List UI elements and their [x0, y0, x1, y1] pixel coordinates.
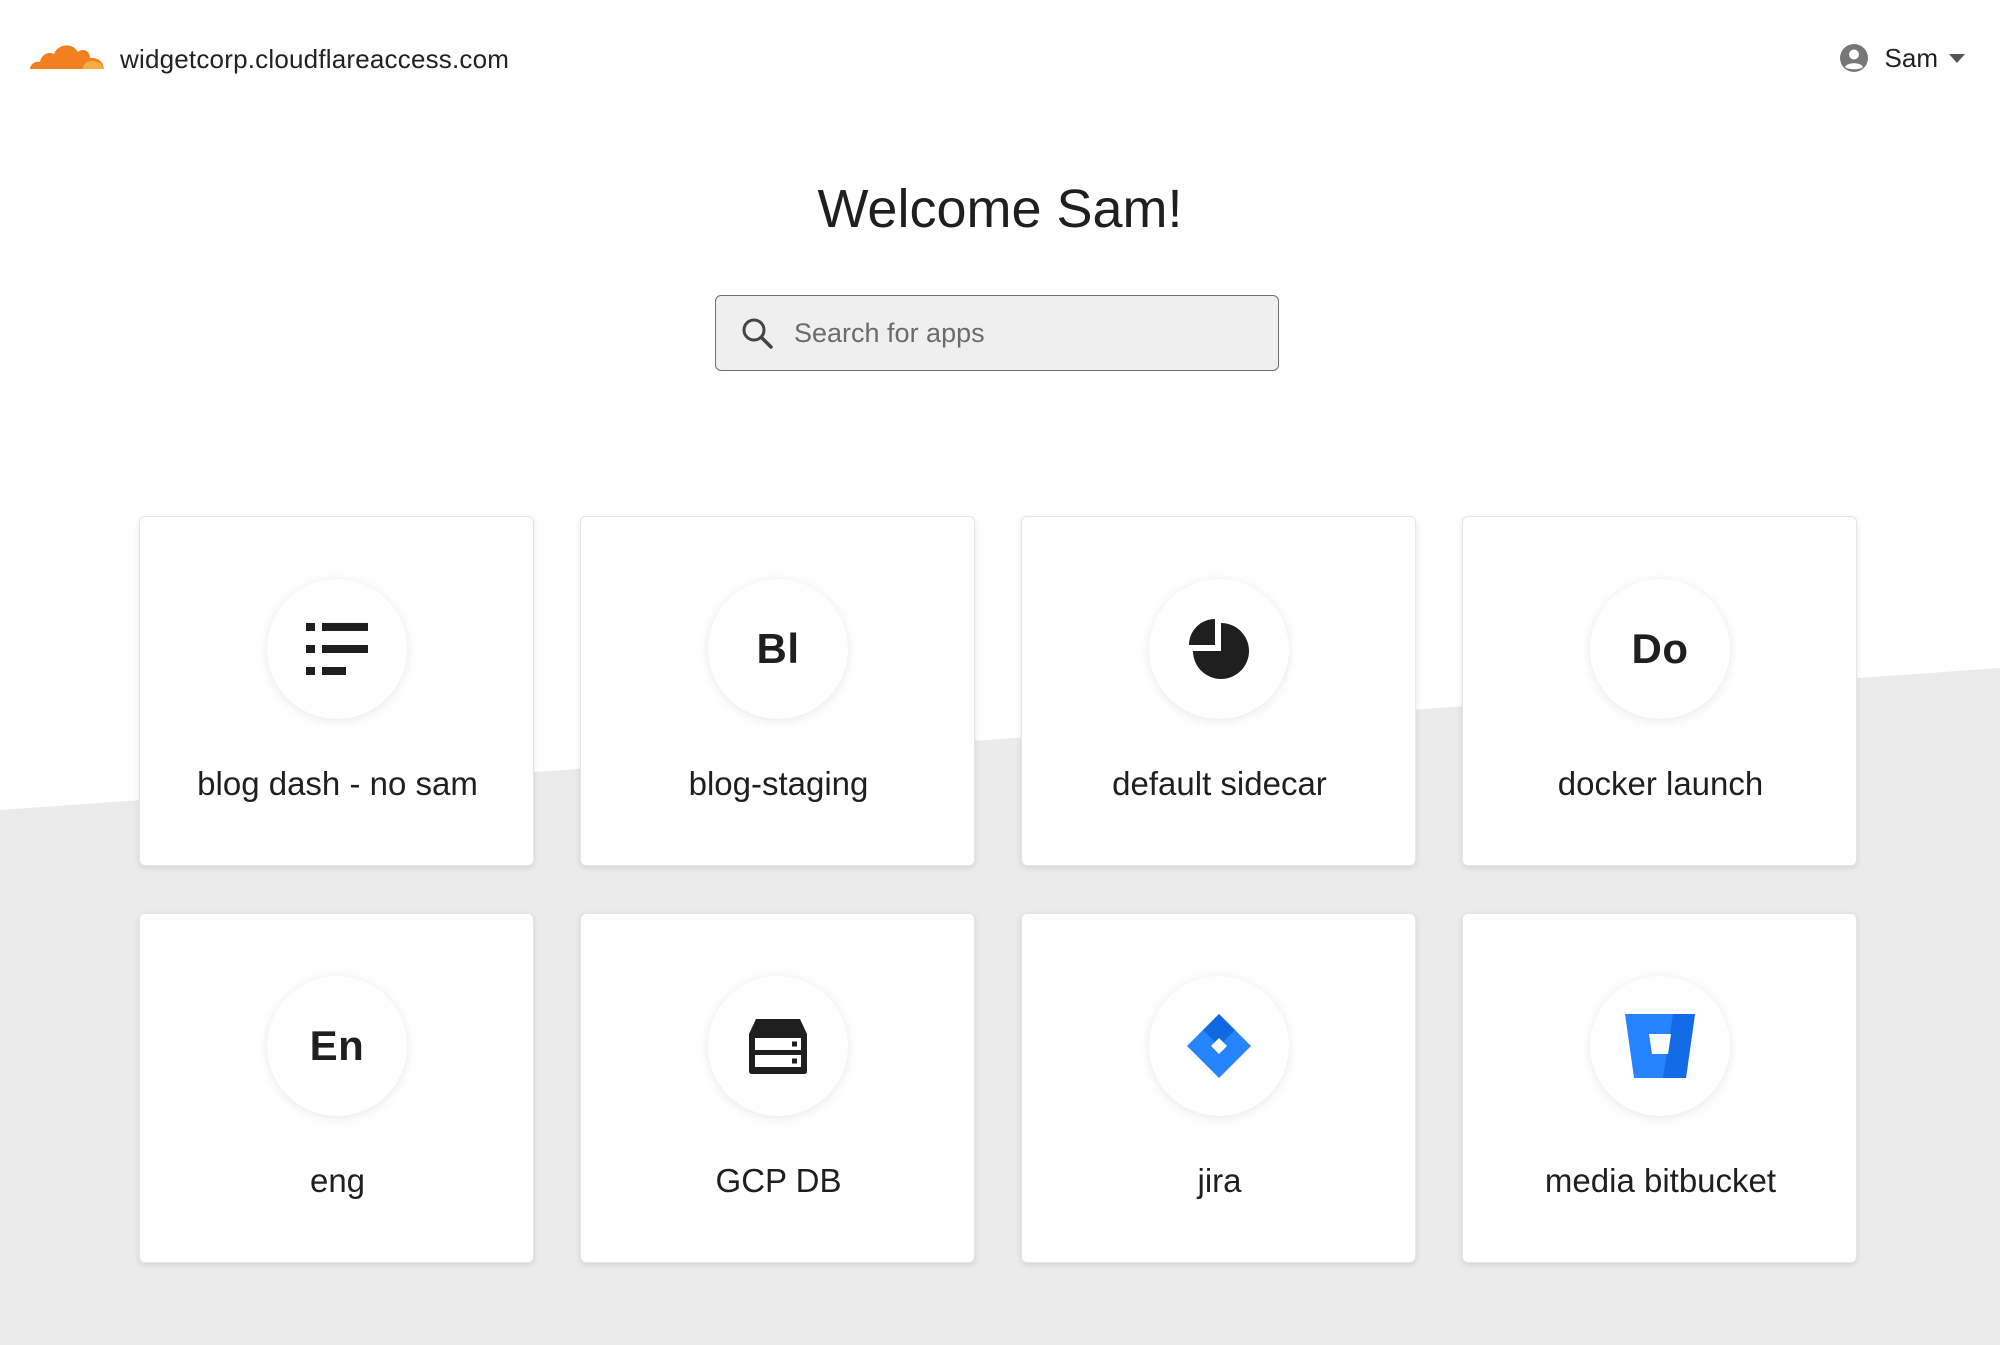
app-icon-circle: Bl — [708, 579, 848, 719]
app-card[interactable]: Bl blog-staging — [580, 516, 975, 866]
server-icon — [749, 1019, 807, 1074]
caret-down-icon — [1949, 54, 1965, 63]
app-name: GCP DB — [715, 1162, 842, 1199]
app-name: docker launch — [1557, 765, 1764, 802]
header: widgetcorp.cloudflareaccess.com Sam — [0, 0, 2000, 120]
app-card[interactable]: jira — [1021, 913, 1416, 1263]
app-card[interactable]: default sidecar — [1021, 516, 1416, 866]
app-abbreviation: Do — [1631, 625, 1689, 672]
app-card[interactable]: Do docker launch — [1462, 516, 1857, 866]
app-name: jira — [1197, 1162, 1242, 1199]
app-name: blog-staging — [688, 765, 869, 802]
app-name: default sidecar — [1112, 765, 1327, 802]
welcome-heading: Welcome Sam! — [817, 179, 1183, 239]
app-icon-circle: Do — [1590, 579, 1730, 719]
app-icon-circle: En — [267, 976, 407, 1116]
bitbucket-icon — [1625, 1014, 1695, 1078]
jira-icon — [1187, 1014, 1251, 1078]
app-card[interactable]: media bitbucket — [1462, 913, 1857, 1263]
app-icon-circle — [1149, 579, 1289, 719]
search-box[interactable] — [715, 295, 1279, 371]
cloudflare-cloud-icon[interactable] — [26, 34, 108, 74]
search-input[interactable] — [794, 303, 1264, 363]
pie-chart-icon — [1189, 619, 1249, 679]
user-name: Sam — [1884, 42, 1938, 73]
app-icon-circle — [1149, 976, 1289, 1116]
domain-name: widgetcorp.cloudflareaccess.com — [120, 44, 510, 74]
app-card[interactable]: blog dash - no sam — [139, 516, 534, 866]
user-circle-icon — [1839, 44, 1868, 72]
app-icon-circle — [267, 579, 407, 719]
search-icon — [742, 318, 773, 349]
app-name: blog dash - no sam — [197, 765, 478, 802]
app-card[interactable]: En eng — [139, 913, 534, 1263]
app-icon-circle — [708, 976, 848, 1116]
app-launcher-page: widgetcorp.cloudflareaccess.com Sam Welc… — [0, 0, 2000, 1345]
list-icon — [306, 623, 368, 675]
app-name: media bitbucket — [1544, 1162, 1777, 1199]
app-abbreviation: En — [309, 1022, 365, 1069]
app-name: eng — [309, 1162, 366, 1199]
app-icon-circle — [1590, 976, 1730, 1116]
app-grid: blog dash - no sam Bl blog-staging defau… — [139, 516, 1857, 1263]
app-abbreviation: Bl — [756, 625, 800, 672]
app-card[interactable]: GCP DB — [580, 913, 975, 1263]
user-menu[interactable]: Sam — [1839, 38, 1966, 78]
